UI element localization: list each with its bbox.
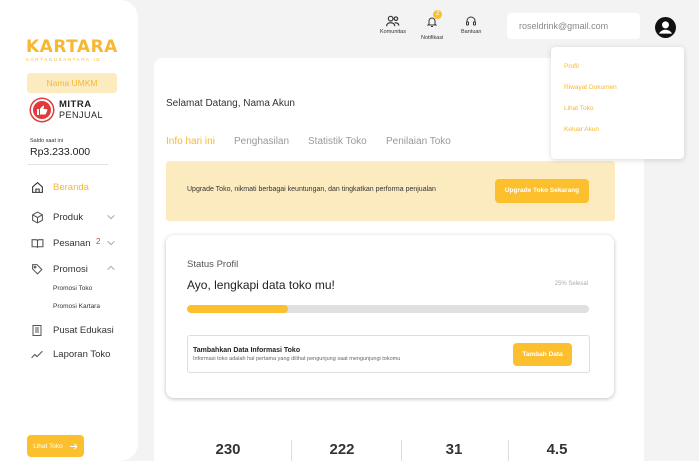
upgrade-banner: Upgrade Toko, nikmati berbagai keuntunga… — [166, 161, 615, 221]
saldo-value: Rp3.233.000 — [30, 146, 91, 158]
stat-value: 222 — [329, 441, 355, 458]
divider — [401, 440, 402, 461]
user-avatar-icon[interactable] — [655, 17, 676, 38]
sidebar-item-laporan-toko[interactable]: Laporan Toko — [30, 347, 110, 361]
document-icon — [30, 323, 44, 337]
stat-value: 31 — [445, 441, 463, 458]
notification-count-badge: 2 — [433, 10, 443, 19]
logo-subtitle: KARYANUSANTARA.ID — [26, 57, 102, 62]
chevron-down-icon[interactable] — [106, 212, 116, 222]
profile-progress-bar — [187, 305, 589, 313]
sidebar-item-beranda[interactable]: Beranda — [30, 180, 89, 194]
notifikasi-button[interactable]: 2 Notifikasi — [421, 10, 444, 41]
umkm-name-badge: Nama UMKM — [27, 73, 117, 93]
sidebar-item-label: Produk — [53, 211, 84, 223]
sidebar-item-produk[interactable]: Produk — [30, 210, 83, 224]
progress-percent-label: 25% Selesai — [554, 281, 588, 287]
tambah-data-button[interactable]: Tambah Data — [513, 343, 572, 366]
divider — [291, 440, 292, 461]
upgrade-toko-button[interactable]: Upgrade Toko Sekarang — [495, 179, 589, 203]
info-task-desc: Informasi toko adalah hal pertama yang d… — [193, 356, 401, 362]
arrow-right-icon — [69, 443, 78, 449]
tab-info-hari-ini[interactable]: Info hari ini — [166, 136, 215, 147]
progress-fill — [187, 305, 288, 313]
sidebar-item-pusat-edukasi[interactable]: Pusat Edukasi — [30, 323, 114, 337]
tab-penilaian-toko[interactable]: Penilaian Toko — [386, 136, 451, 147]
sidebar-subitem-promosi-kartara[interactable]: Promosi Kartara — [53, 303, 100, 310]
box-icon — [30, 210, 44, 224]
menu-item-keluar-akun[interactable]: Keluar Akun — [564, 126, 599, 133]
sidebar: KARTARA KARYANUSANTARA.ID Nama UMKM MITR… — [0, 0, 138, 461]
menu-item-profil[interactable]: Profil — [564, 63, 579, 70]
status-heading: Ayo, lengkapi data toko mu! — [187, 278, 335, 292]
penjual-label: PENJUAL — [59, 110, 104, 120]
sidebar-item-label: Laporan Toko — [53, 348, 111, 360]
divider — [28, 164, 108, 165]
lihat-toko-button[interactable]: Lihat Toko — [27, 435, 84, 457]
komunitas-button[interactable]: Komunitas — [380, 15, 406, 35]
account-dropdown-menu: Profil Riwayat Dokumen Lihat Toko Keluar… — [551, 47, 684, 159]
menu-item-riwayat-dokumen[interactable]: Riwayat Dokumen — [564, 84, 617, 91]
stat-value: 230 — [215, 441, 241, 458]
sidebar-item-label: Pusat Edukasi — [53, 324, 114, 336]
sidebar-item-pesanan[interactable]: Pesanan — [30, 236, 91, 250]
chevron-up-icon[interactable] — [106, 263, 116, 273]
tab-penghasilan[interactable]: Penghasilan — [234, 136, 289, 147]
headset-icon — [466, 16, 477, 26]
chevron-down-icon[interactable] — [106, 238, 116, 248]
saldo-label: Saldo saat ini — [30, 138, 64, 144]
komunitas-label: Komunitas — [380, 29, 406, 35]
mitra-label: MITRA — [59, 99, 92, 110]
tab-statistik-toko[interactable]: Statistik Toko — [308, 136, 367, 147]
logo-text: KARTARA — [26, 37, 118, 57]
sidebar-item-label: Beranda — [53, 181, 89, 193]
upgrade-text: Upgrade Toko, nikmati berbagai keuntunga… — [187, 186, 436, 193]
status-profil-card: Status Profil Ayo, lengkapi data toko mu… — [166, 235, 614, 398]
pesanan-count-badge: 2 — [96, 237, 101, 246]
sidebar-item-label: Pesanan — [53, 237, 91, 249]
welcome-text: Selamat Datang, Nama Akun — [166, 98, 295, 109]
menu-item-lihat-toko[interactable]: Lihat Toko — [564, 105, 594, 112]
bantuan-button[interactable]: Bantuan — [461, 15, 482, 35]
sidebar-subitem-promosi-toko[interactable]: Promosi Toko — [53, 285, 92, 292]
community-icon — [386, 15, 400, 27]
sidebar-item-promosi[interactable]: Promosi — [30, 262, 88, 276]
sidebar-item-label: Promosi — [53, 263, 88, 275]
account-email-field[interactable]: roseldrink@gmail.com — [507, 13, 640, 39]
thumbs-up-icon — [31, 99, 53, 121]
book-icon — [30, 236, 44, 250]
kartara-logo[interactable]: KARTARA KARYANUSANTARA.ID — [26, 38, 118, 62]
status-title: Status Profil — [187, 259, 239, 270]
home-icon — [30, 180, 44, 194]
mitra-penjual-badge: MITRA PENJUAL — [31, 99, 103, 121]
notifikasi-label: Notifikasi — [421, 35, 444, 41]
lihat-toko-label: Lihat Toko — [33, 442, 63, 450]
tag-icon — [30, 262, 44, 276]
bantuan-label: Bantuan — [461, 29, 482, 35]
info-task-title: Tambahkan Data Informasi Toko — [193, 347, 301, 354]
stat-value: 4.5 — [546, 441, 568, 458]
chart-line-icon — [30, 347, 44, 361]
info-task-box: Tambahkan Data Informasi Toko Informasi … — [187, 335, 590, 373]
divider — [508, 440, 509, 461]
